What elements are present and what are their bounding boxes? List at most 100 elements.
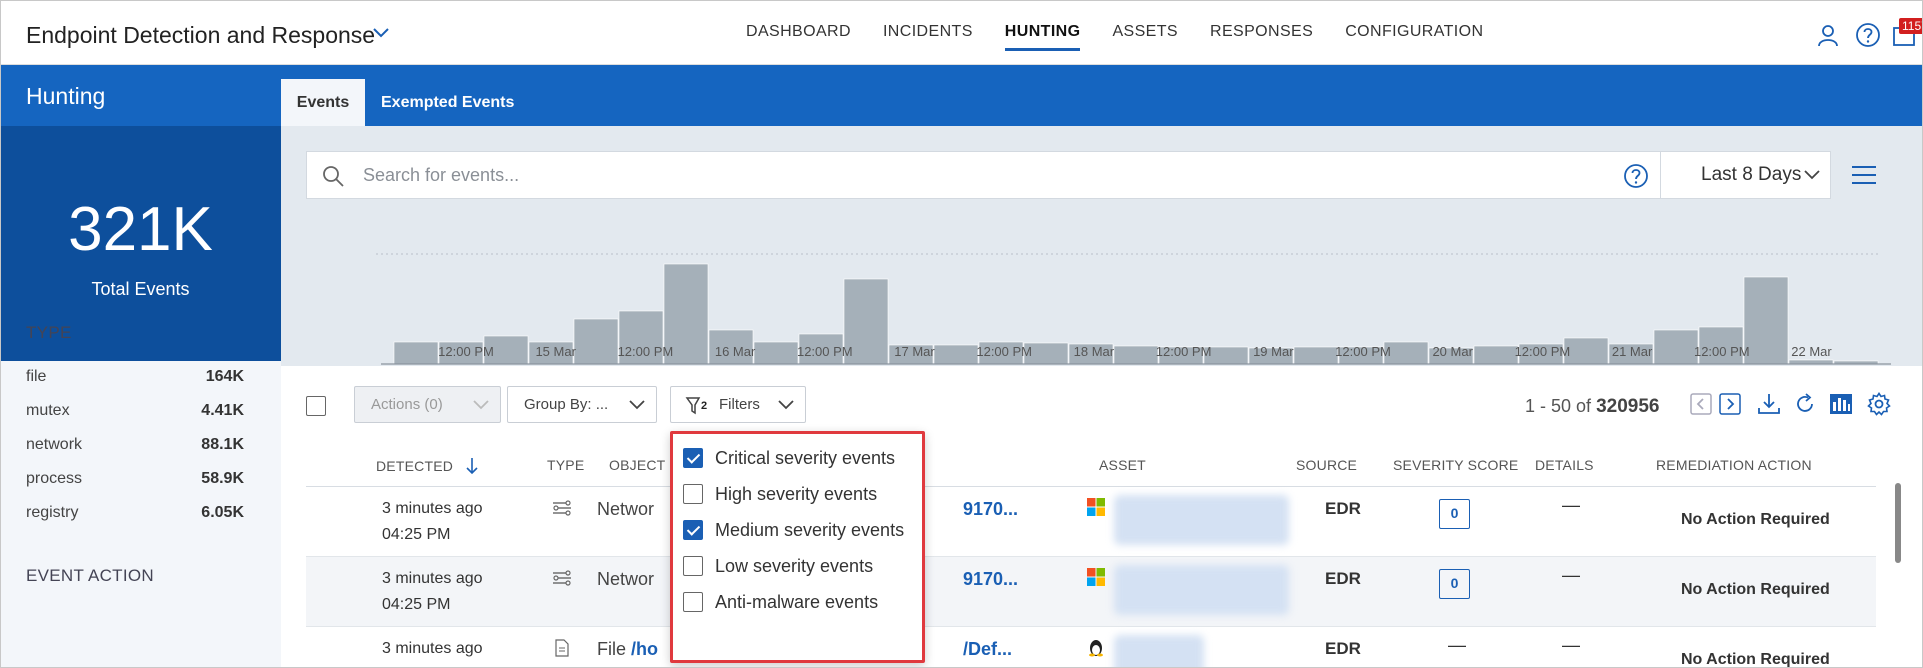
filters-button[interactable]: 2 Filters xyxy=(670,386,806,423)
filter-checkbox[interactable] xyxy=(683,448,703,468)
filters-dropdown: Critical severity events High severity ev… xyxy=(670,431,925,663)
group-by-label: Group By: ... xyxy=(524,396,609,413)
nav-responses[interactable]: RESPONSES xyxy=(1210,0,1313,65)
filter-checkbox[interactable] xyxy=(683,556,703,576)
type-name: registry xyxy=(26,504,79,521)
histogram-bar[interactable] xyxy=(1113,345,1159,365)
histogram-bar[interactable] xyxy=(1563,337,1609,365)
actions-button[interactable]: Actions (0) xyxy=(354,386,501,423)
detected-relative: 3 minutes ago xyxy=(382,570,483,587)
object-link[interactable]: 9170... xyxy=(963,499,1018,520)
severity-score-badge[interactable]: 0 xyxy=(1439,569,1470,599)
histogram-bar[interactable] xyxy=(1653,329,1699,365)
object-path[interactable]: /ho xyxy=(631,639,658,659)
nav-assets[interactable]: ASSETS xyxy=(1112,0,1178,65)
help-icon[interactable] xyxy=(1623,163,1649,189)
prev-page-icon[interactable] xyxy=(1689,392,1713,416)
histogram-bar[interactable] xyxy=(933,344,979,365)
severity-score-value: — xyxy=(1448,635,1466,655)
filter-checkbox[interactable] xyxy=(683,520,703,540)
type-name: mutex xyxy=(26,402,70,419)
windows-icon xyxy=(1087,498,1105,516)
object-text: File /ho xyxy=(597,639,658,660)
table-row[interactable]: 3 minutes ago 04:25 PM Networ 9170... ED… xyxy=(306,487,1876,557)
object-link[interactable]: /Def... xyxy=(963,639,1012,660)
histogram-bar[interactable] xyxy=(1293,346,1339,365)
histogram-tick-label: 12:00 PM xyxy=(976,344,1032,359)
severity-score-badge[interactable]: 0 xyxy=(1439,499,1470,529)
table-row[interactable]: 3 minutes ago 04:25 PM Networ 9170... ED… xyxy=(306,557,1876,627)
details-value: — xyxy=(1562,495,1580,515)
time-range-select[interactable]: Last 8 Days xyxy=(1660,152,1832,198)
settings-gear-icon[interactable] xyxy=(1867,392,1891,416)
events-table-area: Actions (0) Group By: ... 2 Filters 1 - … xyxy=(281,366,1923,668)
search-bar: Last 8 Days xyxy=(306,151,1831,199)
detected-time: 04:25 PM xyxy=(382,596,451,613)
tab-events[interactable]: Events xyxy=(281,79,365,126)
download-icon[interactable] xyxy=(1757,392,1781,416)
hamburger-menu-icon[interactable] xyxy=(1851,164,1877,186)
search-input[interactable] xyxy=(363,152,1563,198)
filter-checkbox[interactable] xyxy=(683,592,703,612)
histogram-bar[interactable] xyxy=(1743,276,1789,365)
filter-option[interactable]: Critical severity events xyxy=(683,443,895,473)
actions-label: Actions (0) xyxy=(371,396,443,413)
nav-hunting[interactable]: HUNTING xyxy=(1004,0,1081,65)
nav-configuration[interactable]: CONFIGURATION xyxy=(1345,0,1483,65)
histogram-tick-label: 22 Mar xyxy=(1791,344,1832,359)
histogram-tick-label: 16 Mar xyxy=(715,344,756,359)
type-count: 164K xyxy=(205,368,244,385)
next-page-icon[interactable] xyxy=(1718,392,1742,416)
type-facet-item[interactable]: network 88.1K xyxy=(26,436,244,470)
histogram-tick-label: 12:00 PM xyxy=(618,344,674,359)
asset-name-redacted[interactable] xyxy=(1114,635,1204,668)
type-name: network xyxy=(26,436,83,453)
nav-dashboard[interactable]: DASHBOARD xyxy=(746,0,851,65)
filter-option[interactable]: Medium severity events xyxy=(683,515,904,545)
total-events-value: 321K xyxy=(68,195,213,264)
filter-checkbox[interactable] xyxy=(683,484,703,504)
type-facet-item[interactable]: file 164K xyxy=(26,368,244,402)
filter-option[interactable]: Low severity events xyxy=(683,551,873,581)
filter-option[interactable]: High severity events xyxy=(683,479,877,509)
type-facet-item[interactable]: mutex 4.41K xyxy=(26,402,244,436)
column-header-remediation[interactable]: REMEDIATION ACTION xyxy=(1656,457,1812,473)
filter-option[interactable]: Anti-malware events xyxy=(683,587,878,617)
network-icon xyxy=(553,570,571,586)
type-count: 4.41K xyxy=(201,402,244,419)
help-icon[interactable] xyxy=(1855,22,1881,48)
type-facet-item[interactable]: registry 6.05K xyxy=(26,504,244,538)
type-facet-item[interactable]: process 58.9K xyxy=(26,470,244,504)
histogram-bar[interactable] xyxy=(393,341,439,365)
object-link[interactable]: 9170... xyxy=(963,569,1018,590)
refresh-icon[interactable] xyxy=(1793,392,1817,416)
group-by-button[interactable]: Group By: ... xyxy=(507,386,657,423)
table-row[interactable]: 3 minutes ago File /ho /Def... EDR — — N… xyxy=(306,627,1876,668)
histogram-bar[interactable] xyxy=(1473,345,1519,365)
table-scrollbar[interactable] xyxy=(1895,483,1901,563)
column-header-source[interactable]: SOURCE xyxy=(1296,457,1357,473)
tab-exempted-events[interactable]: Exempted Events xyxy=(365,79,530,126)
asset-name-redacted[interactable] xyxy=(1114,495,1289,545)
detected-relative: 3 minutes ago xyxy=(382,500,483,517)
histogram-bar[interactable] xyxy=(573,318,619,365)
asset-name-redacted[interactable] xyxy=(1114,565,1289,615)
histogram-tick-label: 20 Mar xyxy=(1432,344,1473,359)
network-icon xyxy=(553,500,571,516)
column-header-type[interactable]: TYPE xyxy=(547,457,584,473)
column-header-asset[interactable]: ASSET xyxy=(1099,457,1146,473)
nav-incidents[interactable]: INCIDENTS xyxy=(883,0,973,65)
pagination-total: 320956 xyxy=(1596,396,1660,417)
histogram-bar[interactable] xyxy=(753,341,799,365)
select-all-checkbox[interactable] xyxy=(306,396,326,416)
notification-badge[interactable]: 1157 xyxy=(1899,18,1923,34)
column-header-severity-score[interactable]: SEVERITY SCORE xyxy=(1393,457,1518,473)
column-header-object[interactable]: OBJECT xyxy=(609,457,665,473)
bar-chart-icon[interactable] xyxy=(1829,392,1853,416)
source-value: EDR xyxy=(1325,639,1361,658)
time-range-value: Last 8 Days xyxy=(1701,164,1802,185)
chevron-down-icon[interactable] xyxy=(372,26,390,40)
column-header-detected[interactable]: DETECTED xyxy=(376,457,479,475)
column-header-details[interactable]: DETAILS xyxy=(1535,457,1594,473)
user-icon[interactable] xyxy=(1815,22,1841,48)
